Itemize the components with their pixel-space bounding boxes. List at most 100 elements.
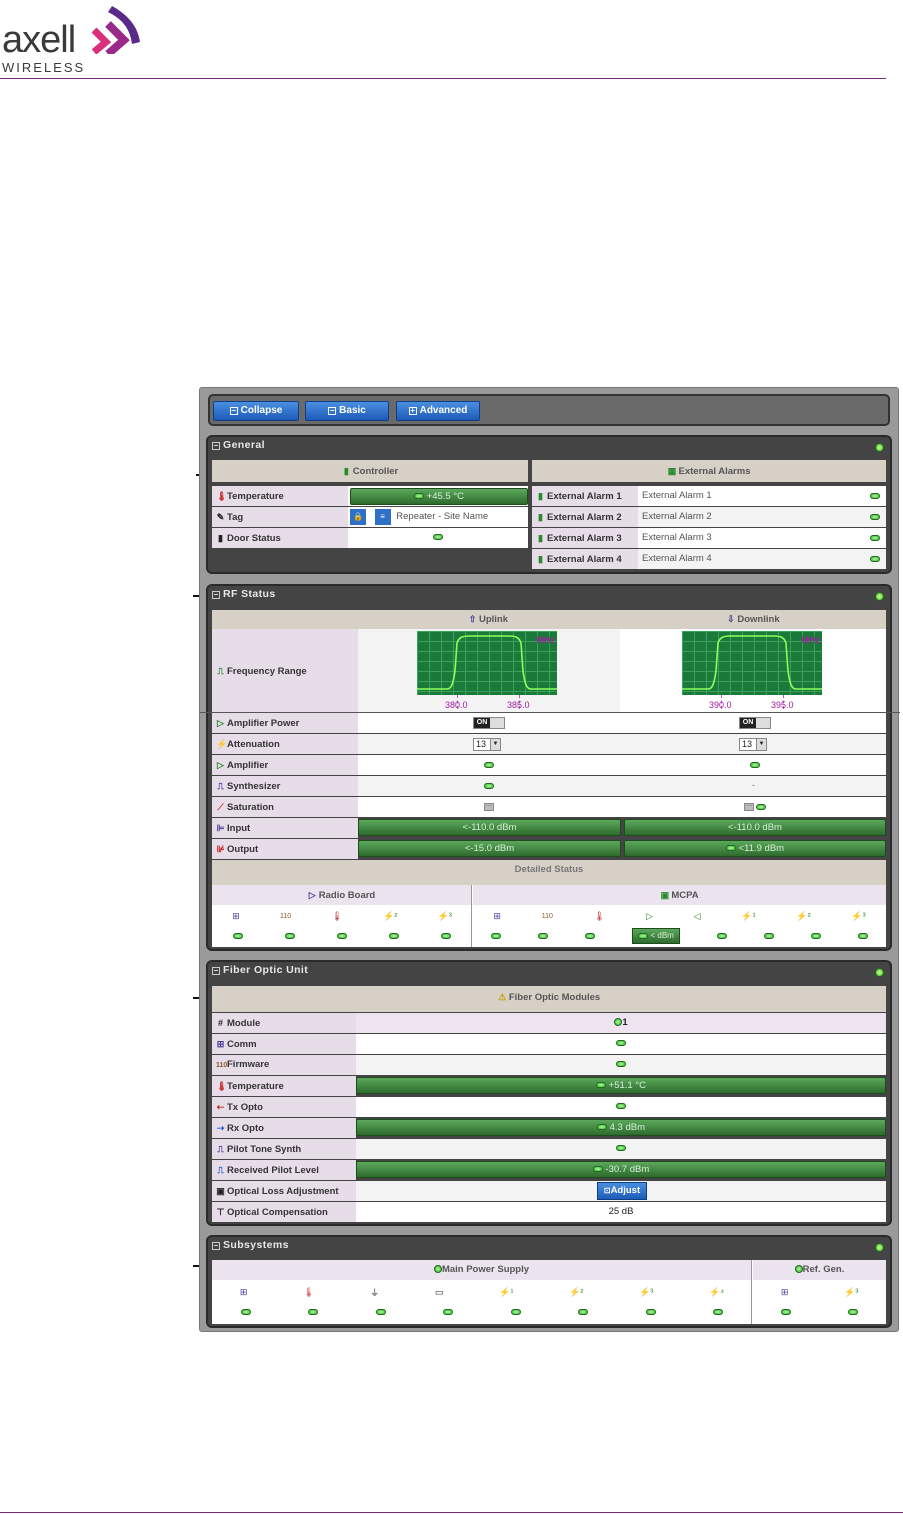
status-led-icon xyxy=(794,1265,803,1274)
pencil-icon: ✎ xyxy=(216,512,225,522)
optical-compensation-value: 25 dB xyxy=(356,1202,886,1222)
mcpa-badge-text: < dBm xyxy=(650,931,674,940)
rf-status-panel: − RF Status ⇧ Uplink ⇩ Downlink ⎍ Frequency … xyxy=(200,584,900,951)
received-pilot-level-label: ⎍ Received Pilot Level xyxy=(212,1160,356,1180)
basic-button[interactable]: − Basic xyxy=(305,401,389,421)
uplink-input-text: <-110.0 dBm xyxy=(462,822,517,833)
amplifier-power-row xyxy=(358,713,886,733)
downlink-input-value: <-110.0 dBm xyxy=(624,819,886,836)
synthesizer-icon: ⎍ xyxy=(217,781,224,791)
status-led-icon xyxy=(443,1309,454,1315)
status-led-icon xyxy=(596,1082,606,1089)
bandpass-icon: ⎍ xyxy=(217,666,224,676)
module-label-text: Module xyxy=(227,1018,261,1029)
collapse-icon: − xyxy=(212,966,220,975)
controller-header-text: Controller xyxy=(352,466,399,477)
advanced-button[interactable]: + Advanced xyxy=(396,401,480,421)
fiber-optic-title[interactable]: − Fiber Optic Unit xyxy=(212,964,308,976)
downlink-amp-toggle[interactable]: ON xyxy=(739,717,771,729)
minus-icon: − xyxy=(229,406,238,415)
collapse-button[interactable]: − Collapse xyxy=(213,401,299,421)
status-led-icon xyxy=(875,443,884,452)
status-led-icon xyxy=(857,933,868,939)
thermometer-icon: 🌡 xyxy=(303,1286,315,1297)
adjust-icon: ▣ xyxy=(216,1186,225,1196)
rx-opto-value: 4.3 dBm xyxy=(356,1119,886,1136)
status-led-icon xyxy=(414,493,424,500)
status-led-icon xyxy=(616,1145,626,1152)
downlink-synth-value: - xyxy=(752,780,755,790)
subsystems-title[interactable]: − Subsystems xyxy=(212,1239,289,1251)
alarm-2-value: External Alarm 2 xyxy=(642,511,712,522)
alarm-icon: ▮ xyxy=(538,512,543,522)
status-led-icon xyxy=(596,1124,607,1131)
status-led-icon xyxy=(578,1309,589,1315)
pilot-level-icon: ⎍ xyxy=(217,1165,224,1175)
detailed-status-header: Detailed Status xyxy=(212,860,886,885)
alarm-3-label: External Alarm 3 xyxy=(547,533,622,544)
door-icon: ▮ xyxy=(218,533,223,543)
temperature-value: +45.5 °C xyxy=(350,488,528,505)
fiber-temp-value-text: +51.1 °C xyxy=(608,1080,646,1091)
power-supply-3-icon: ⚡³ xyxy=(851,910,866,921)
firmware-icon: 110 xyxy=(541,912,553,920)
general-title[interactable]: − General xyxy=(212,439,265,451)
status-led-icon xyxy=(716,933,727,939)
compensation-icon: ⊤ xyxy=(216,1207,225,1217)
status-led-icon xyxy=(875,1243,884,1252)
downlink-output-text: <11.9 dBm xyxy=(738,843,785,854)
rf-title-text: RF Status xyxy=(223,588,276,600)
alarm-3-value: External Alarm 3 xyxy=(642,532,712,543)
uplink-attenuation-select[interactable]: 13 ▼ xyxy=(473,738,501,751)
synthesizer-row xyxy=(358,776,886,796)
more-icon[interactable]: ··· xyxy=(744,803,754,811)
synthesizer-label: ⎍ Synthesizer xyxy=(212,776,358,796)
adjust-icon: ⊡ xyxy=(603,1186,611,1195)
alarm-panel-icon: ▦ xyxy=(667,466,677,476)
more-icon[interactable]: ··· xyxy=(484,803,494,811)
rf-status-title[interactable]: − RF Status xyxy=(212,588,276,600)
adjust-button[interactable]: ⊡Adjust xyxy=(597,1182,647,1200)
controller-header: ▮ Controller xyxy=(212,460,528,482)
alarm-icon: ▮ xyxy=(538,533,543,543)
status-led-icon xyxy=(875,968,884,977)
amplifier-icon: ▷ xyxy=(217,760,224,770)
status-led-icon xyxy=(870,514,880,520)
subsystems-panel: − Subsystems Main Power Supply Ref. Gen. … xyxy=(206,1235,892,1328)
power-supply-1-icon: ⚡¹ xyxy=(499,1286,514,1297)
amplifier-power-label: ▷ Amplifier Power xyxy=(212,713,358,733)
downlink-attenuation-select[interactable]: 13 ▼ xyxy=(739,738,767,751)
minus-icon: − xyxy=(328,406,337,415)
uplink-amp-toggle[interactable]: ON xyxy=(473,717,505,729)
firmware-icon: 110 xyxy=(216,1062,228,1069)
external-alarm-value: External Alarm 2 xyxy=(638,507,886,527)
collapse-icon: − xyxy=(212,590,220,599)
output-text: Output xyxy=(227,844,259,855)
ref-gen-text: Ref. Gen. xyxy=(802,1264,845,1275)
tx-opto-value xyxy=(356,1097,886,1117)
alarm-4-label: External Alarm 4 xyxy=(547,554,622,565)
output-icon: ⊯ xyxy=(216,844,225,854)
tx-opto-label: ⇠ Tx Opto xyxy=(212,1097,356,1117)
status-led-icon xyxy=(875,592,884,601)
optical-loss-adjustment-label: ▣ Optical Loss Adjustment xyxy=(212,1181,356,1201)
uplink-low-freq: 380.0 xyxy=(445,700,468,710)
edit-icon[interactable]: ≡ xyxy=(374,509,391,525)
mcpa-leds: < dBm xyxy=(473,928,886,944)
amplifier-text: Amplifier xyxy=(227,760,269,771)
firmware-value xyxy=(356,1055,886,1075)
rx-opto-icon: ⇢ xyxy=(216,1123,225,1133)
downlink-low-freq: 390.0 xyxy=(709,700,732,710)
lock-icon[interactable]: 🔒 xyxy=(350,509,366,525)
saturation-label: ⟋ Saturation xyxy=(212,797,358,817)
status-led-icon xyxy=(713,1309,724,1315)
general-title-text: General xyxy=(223,439,265,451)
received-pilot-level-value: -30.7 dBm xyxy=(356,1161,886,1178)
fiber-temperature-value: +51.1 °C xyxy=(356,1077,886,1094)
external-alarms-header: ▦ External Alarms xyxy=(532,460,886,482)
rx-value-text: 4.3 dBm xyxy=(609,1122,646,1133)
alarm-icon: ▮ xyxy=(538,554,543,564)
subsystems-title-text: Subsystems xyxy=(223,1239,289,1251)
basic-label: Basic xyxy=(339,405,366,416)
module-value: 1 xyxy=(356,1013,886,1033)
